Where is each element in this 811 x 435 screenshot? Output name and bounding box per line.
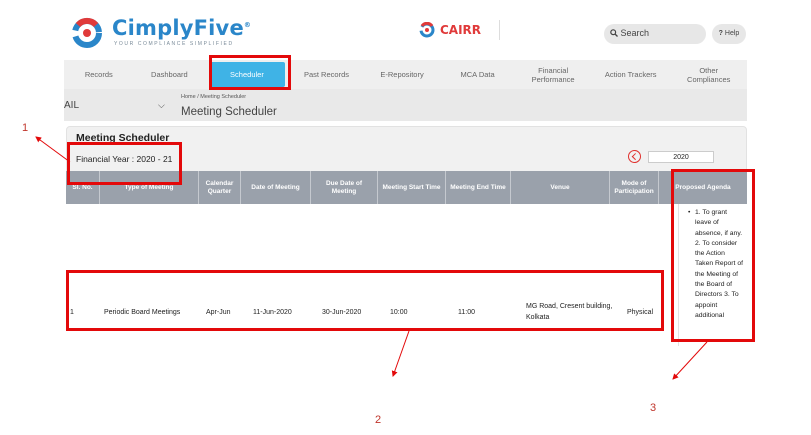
arrow-1 [35, 136, 71, 163]
annotation-label-1: 1 [22, 122, 29, 134]
arrow-3 [672, 341, 708, 380]
annotation-label-2: 2 [375, 414, 382, 426]
annotation-arrows [35, 136, 708, 380]
arrow-2 [391, 330, 410, 377]
annotation-label-3: 3 [650, 402, 657, 414]
